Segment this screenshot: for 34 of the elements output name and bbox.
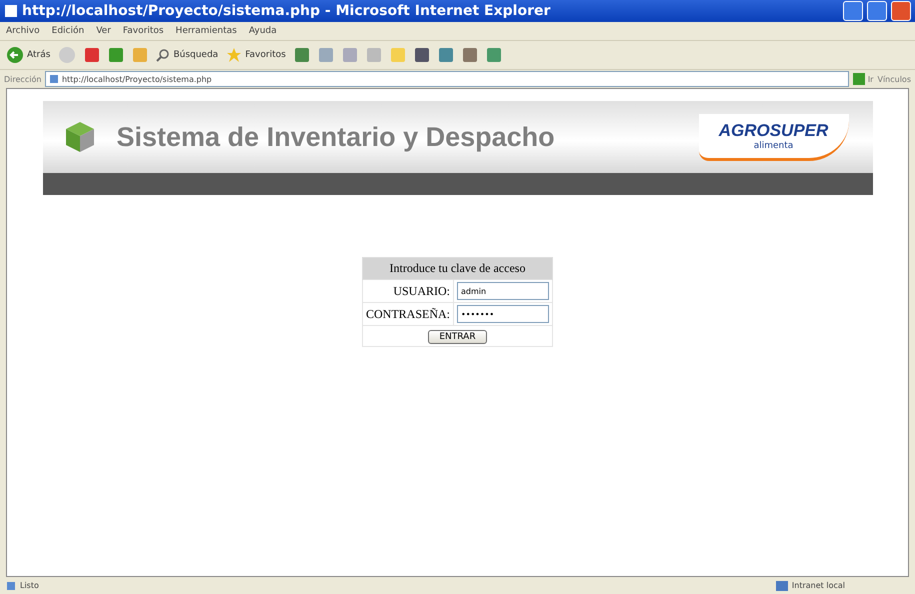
page-icon bbox=[49, 74, 60, 84]
address-label: Dirección bbox=[4, 74, 42, 84]
intranet-icon bbox=[776, 580, 788, 590]
input-field[interactable]: ••••••• bbox=[457, 305, 549, 323]
zone-text: Intranet local bbox=[792, 581, 845, 590]
window-title: http://localhost/Proyecto/sistema.php - Microsoft Internet Explorer bbox=[22, 3, 552, 19]
logo-text: AGROSUPER bbox=[718, 120, 828, 140]
address-field[interactable]: http://localhost/Proyecto/sistema.php bbox=[45, 71, 849, 87]
logo-tagline: alimenta bbox=[754, 140, 794, 150]
menu-item[interactable]: Favoritos bbox=[122, 26, 164, 36]
back-button[interactable]: Atrás bbox=[6, 46, 50, 64]
go-button[interactable]: Ir bbox=[852, 73, 874, 85]
enter-button[interactable]: ENTRAR bbox=[428, 330, 487, 344]
menu-item[interactable]: Ver bbox=[96, 26, 111, 36]
field-label: CONTRASEÑA: bbox=[362, 302, 454, 326]
links-label[interactable]: Vínculos bbox=[877, 74, 911, 84]
page-icon bbox=[6, 580, 16, 590]
browser-icon bbox=[4, 4, 18, 18]
input-field[interactable]: admin bbox=[457, 282, 549, 300]
field-label: USUARIO: bbox=[362, 280, 454, 302]
star-icon bbox=[226, 47, 242, 63]
maximize-button[interactable] bbox=[867, 1, 887, 21]
login-heading: Introduce tu clave de acceso bbox=[362, 258, 552, 280]
search-icon bbox=[156, 48, 170, 62]
favorites-button[interactable]: Favoritos bbox=[226, 47, 286, 63]
menu-item[interactable]: Edición bbox=[52, 26, 84, 36]
search-button[interactable]: Búsqueda bbox=[156, 48, 218, 62]
close-button[interactable] bbox=[891, 1, 911, 21]
menu-item[interactable]: Ayuda bbox=[248, 26, 277, 36]
menu-item[interactable]: Archivo bbox=[6, 26, 40, 36]
menu-item[interactable]: Herramientas bbox=[176, 26, 237, 36]
minimize-button[interactable] bbox=[843, 1, 863, 21]
system-title: Sistema de Inventario y Despacho bbox=[116, 122, 556, 152]
status-text: Listo bbox=[20, 581, 39, 590]
